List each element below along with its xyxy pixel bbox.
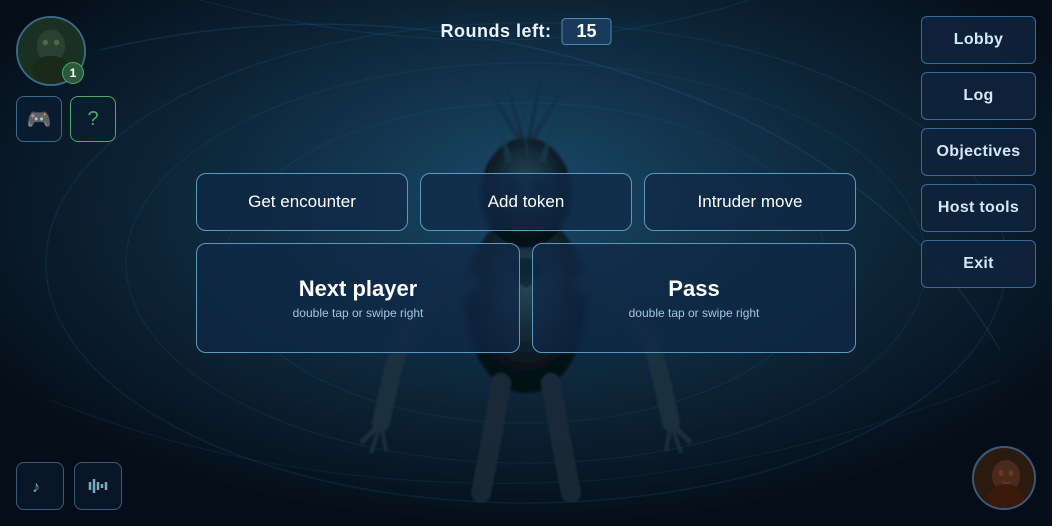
left-panel: 1 🎮 ? xyxy=(16,16,116,142)
sound-wave-icon xyxy=(83,475,113,497)
icon-buttons-row: 🎮 ? xyxy=(16,96,116,142)
player-number-badge: 1 xyxy=(62,62,84,84)
bottom-right-avatar xyxy=(972,446,1036,510)
pass-button[interactable]: Pass double tap or swipe right xyxy=(532,243,856,353)
right-sidebar: Lobby Log Objectives Host tools Exit xyxy=(921,16,1036,288)
music-button[interactable]: ♪ xyxy=(16,462,64,510)
get-encounter-button[interactable]: Get encounter xyxy=(196,173,408,231)
help-button[interactable]: ? xyxy=(70,96,116,142)
rounds-bar: Rounds left: 15 xyxy=(440,18,611,45)
add-token-label: Add token xyxy=(488,192,565,212)
next-player-subtitle: double tap or swipe right xyxy=(293,306,424,320)
bottom-right-avatar-container xyxy=(972,446,1036,510)
sound-button[interactable] xyxy=(74,462,122,510)
pass-title: Pass xyxy=(668,276,719,302)
bottom-player-portrait xyxy=(974,448,1036,510)
next-player-title: Next player xyxy=(299,276,418,302)
objectives-button[interactable]: Objectives xyxy=(921,128,1036,176)
rounds-label: Rounds left: xyxy=(440,21,551,42)
add-token-button[interactable]: Add token xyxy=(420,173,632,231)
main-actions-panel: Get encounter Add token Intruder move Ne… xyxy=(196,173,856,353)
rounds-value: 15 xyxy=(561,18,611,45)
svg-text:♪: ♪ xyxy=(32,479,40,496)
intruder-move-label: Intruder move xyxy=(698,192,803,212)
music-icon: ♪ xyxy=(29,475,51,497)
pass-subtitle: double tap or swipe right xyxy=(629,306,760,320)
exit-button[interactable]: Exit xyxy=(921,240,1036,288)
host-tools-button[interactable]: Host tools xyxy=(921,184,1036,232)
next-player-button[interactable]: Next player double tap or swipe right xyxy=(196,243,520,353)
intruder-move-button[interactable]: Intruder move xyxy=(644,173,856,231)
gamepad-button[interactable]: 🎮 xyxy=(16,96,62,142)
player-avatar-container: 1 xyxy=(16,16,86,86)
action-row-2: Next player double tap or swipe right Pa… xyxy=(196,243,856,353)
log-button[interactable]: Log xyxy=(921,72,1036,120)
lobby-button[interactable]: Lobby xyxy=(921,16,1036,64)
action-row-1: Get encounter Add token Intruder move xyxy=(196,173,856,231)
get-encounter-label: Get encounter xyxy=(248,192,356,212)
bottom-left-controls: ♪ xyxy=(16,462,122,510)
